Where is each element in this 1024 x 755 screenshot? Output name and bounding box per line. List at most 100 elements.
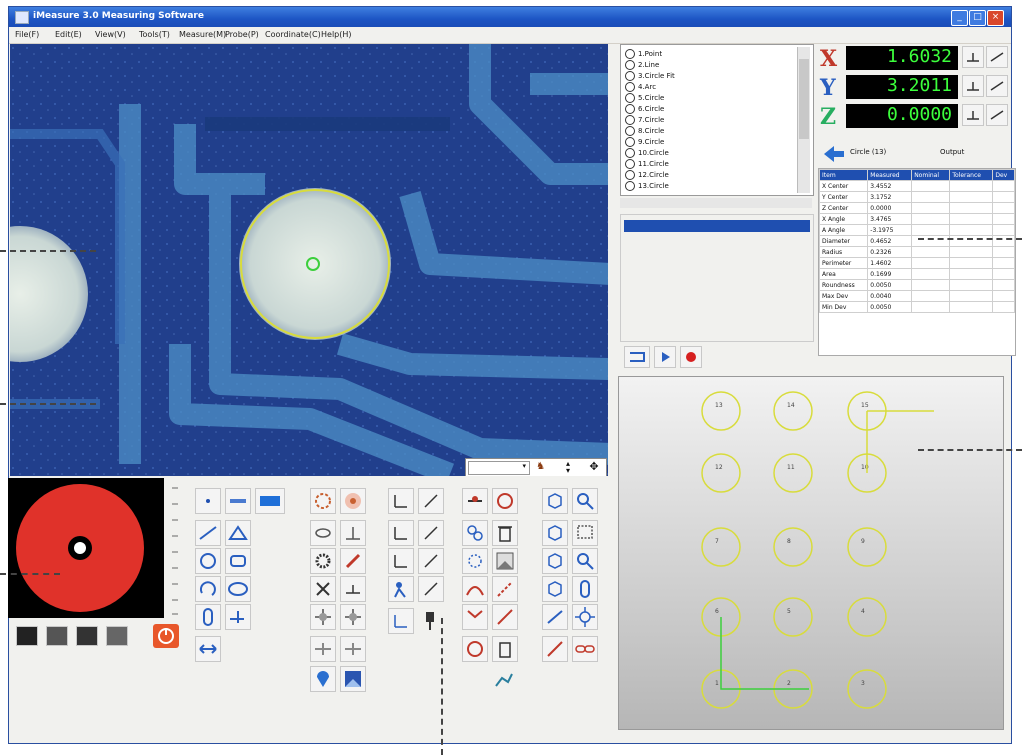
spark-2-icon[interactable]: [340, 636, 366, 662]
picture-icon[interactable]: [492, 548, 518, 574]
link-icon[interactable]: [462, 520, 488, 546]
person-probe-icon[interactable]: [388, 576, 414, 602]
slot-tool-button[interactable]: [195, 604, 221, 630]
table-row[interactable]: Radius 0.2326: [819, 246, 1015, 258]
spin-arrows-icon[interactable]: ▴ ▾: [566, 460, 576, 475]
gear-icon[interactable]: [310, 548, 336, 574]
cube-4-icon[interactable]: [542, 576, 568, 602]
cube-2-icon[interactable]: [542, 520, 568, 546]
camera-view[interactable]: ▾ ♞ ▴ ▾ ✥: [10, 44, 608, 476]
menu-tools[interactable]: Tools(T): [139, 30, 170, 39]
image-icon[interactable]: [340, 666, 366, 692]
crosshair-icon[interactable]: ✥: [586, 460, 602, 474]
cube-icon[interactable]: [542, 488, 568, 514]
dim-3-icon[interactable]: [388, 520, 414, 546]
x-zero-button[interactable]: [962, 46, 984, 68]
zoom-select[interactable]: ▾: [468, 461, 530, 475]
location-icon[interactable]: [310, 666, 336, 692]
target-icon[interactable]: [340, 488, 366, 514]
baseline-icon[interactable]: [340, 576, 366, 602]
tree-item[interactable]: 12.Circle: [625, 170, 795, 181]
tree-item[interactable]: 6.Circle: [625, 104, 795, 115]
tree-item[interactable]: 2.Line: [625, 60, 795, 71]
slope-line-icon[interactable]: [195, 520, 221, 546]
tree-item[interactable]: 11.Circle: [625, 159, 795, 170]
graphic-view[interactable]: 13 14 15 12 11 10 7 8 9 6 5 4 1 2 3: [618, 376, 1004, 730]
menu-measure[interactable]: Measure(M): [179, 30, 226, 39]
tree-item[interactable]: 3.Circle Fit: [625, 71, 795, 82]
magnifier-icon[interactable]: [572, 488, 598, 514]
swap-arrows-icon[interactable]: [195, 636, 221, 662]
table-row[interactable]: A Angle -3.1975: [819, 224, 1015, 236]
table-row[interactable]: Y Center 3.1752: [819, 191, 1015, 203]
target-arrows-icon[interactable]: [572, 604, 598, 630]
tree-item[interactable]: 13.Circle: [625, 181, 795, 192]
play-button[interactable]: [654, 346, 676, 368]
back-arrow-icon[interactable]: [820, 144, 846, 162]
feature-circle[interactable]: [701, 527, 741, 567]
auto-circle-icon[interactable]: [310, 488, 336, 514]
dim-6-icon[interactable]: [418, 548, 444, 574]
circle-tool-button[interactable]: [195, 548, 221, 574]
coord-icon[interactable]: [388, 608, 414, 634]
tree-item[interactable]: 8.Circle: [625, 126, 795, 137]
tree-scrollbar[interactable]: [797, 47, 810, 193]
y-set-button[interactable]: [986, 75, 1008, 97]
table-row[interactable]: Min Dev 0.0050: [819, 301, 1015, 313]
cross-icon[interactable]: [310, 576, 336, 602]
diagonal-icon[interactable]: [492, 576, 518, 602]
menu-edit[interactable]: Edit(E): [55, 30, 82, 39]
move-icon[interactable]: [462, 488, 488, 514]
feature-circle[interactable]: [773, 597, 813, 637]
dim-2-icon[interactable]: [418, 488, 444, 514]
select-box-icon[interactable]: [572, 520, 598, 546]
tree-item[interactable]: 4.Arc: [625, 82, 795, 93]
feature-circle[interactable]: [773, 391, 813, 431]
table-row[interactable]: Z Center 0.0000: [819, 202, 1015, 214]
light-mode-4-button[interactable]: [106, 626, 128, 646]
bend-icon[interactable]: [462, 604, 488, 630]
dim-7-icon[interactable]: [418, 576, 444, 602]
spark-icon[interactable]: [310, 636, 336, 662]
tree-item[interactable]: 10.Circle: [625, 148, 795, 159]
ellipse-tool-button[interactable]: [225, 576, 251, 602]
table-row[interactable]: Perimeter 1.4602: [819, 257, 1015, 269]
trash-icon[interactable]: [492, 520, 518, 546]
stop-record-button[interactable]: [680, 346, 702, 368]
feature-circle[interactable]: [847, 597, 887, 637]
tree-scroll-thumb[interactable]: [799, 59, 809, 139]
table-row[interactable]: X Angle 3.4765: [819, 213, 1015, 225]
rect-tool-button[interactable]: [255, 488, 285, 514]
table-row[interactable]: X Center 3.4552: [819, 180, 1015, 192]
bin-icon[interactable]: [492, 636, 518, 662]
tree-item[interactable]: 5.Circle: [625, 93, 795, 104]
tree-hscrollbar[interactable]: [620, 198, 812, 208]
menu-coordinate[interactable]: Coordinate(C): [265, 30, 321, 39]
ring-icon[interactable]: [462, 636, 488, 662]
tree-item[interactable]: 9.Circle: [625, 137, 795, 148]
feature-circle[interactable]: [847, 669, 887, 709]
menu-probe[interactable]: Probe(P): [225, 30, 259, 39]
arc-tool-button[interactable]: [195, 576, 221, 602]
scan-icon[interactable]: [462, 548, 488, 574]
dim-1-icon[interactable]: [388, 488, 414, 514]
slash-icon[interactable]: [492, 604, 518, 630]
close-button[interactable]: ×: [987, 10, 1004, 26]
menu-help[interactable]: Help(H): [321, 30, 352, 39]
z-set-button[interactable]: [986, 104, 1008, 126]
zoom-icon[interactable]: [572, 548, 598, 574]
feature-circle[interactable]: [847, 527, 887, 567]
y-zero-button[interactable]: [962, 75, 984, 97]
chain-icon[interactable]: [572, 636, 598, 662]
line-tool-button[interactable]: [225, 488, 251, 514]
menu-file[interactable]: File(F): [15, 30, 39, 39]
rotate-icon[interactable]: [492, 488, 518, 514]
gauge-icon[interactable]: [340, 520, 366, 546]
minimize-button[interactable]: _: [951, 10, 968, 26]
feature-circle[interactable]: [701, 391, 741, 431]
dim-4-icon[interactable]: [418, 520, 444, 546]
feature-circle[interactable]: [773, 527, 813, 567]
x-set-button[interactable]: [986, 46, 1008, 68]
tree-item[interactable]: 1.Point: [625, 49, 795, 60]
edit-icon[interactable]: [542, 636, 568, 662]
